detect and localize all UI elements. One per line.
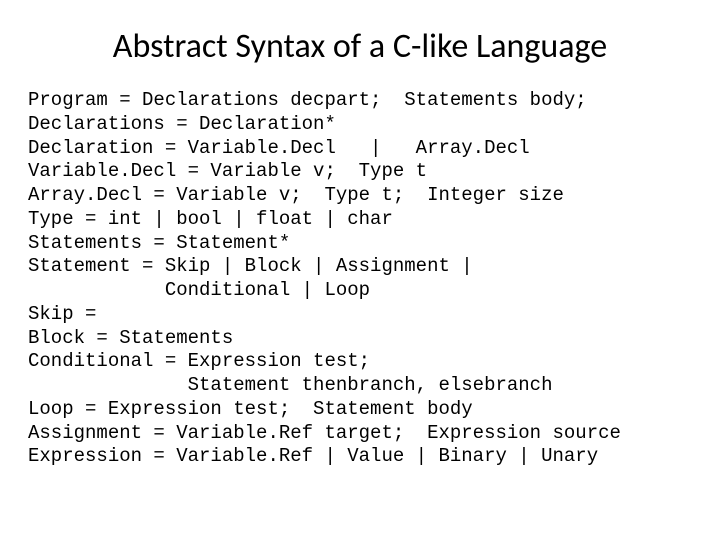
slide-title: Abstract Syntax of a C-like Language [36, 26, 684, 67]
slide: Abstract Syntax of a C-like Language Pro… [0, 0, 720, 540]
grammar-block: Program = Declarations decpart; Statemen… [28, 89, 684, 469]
